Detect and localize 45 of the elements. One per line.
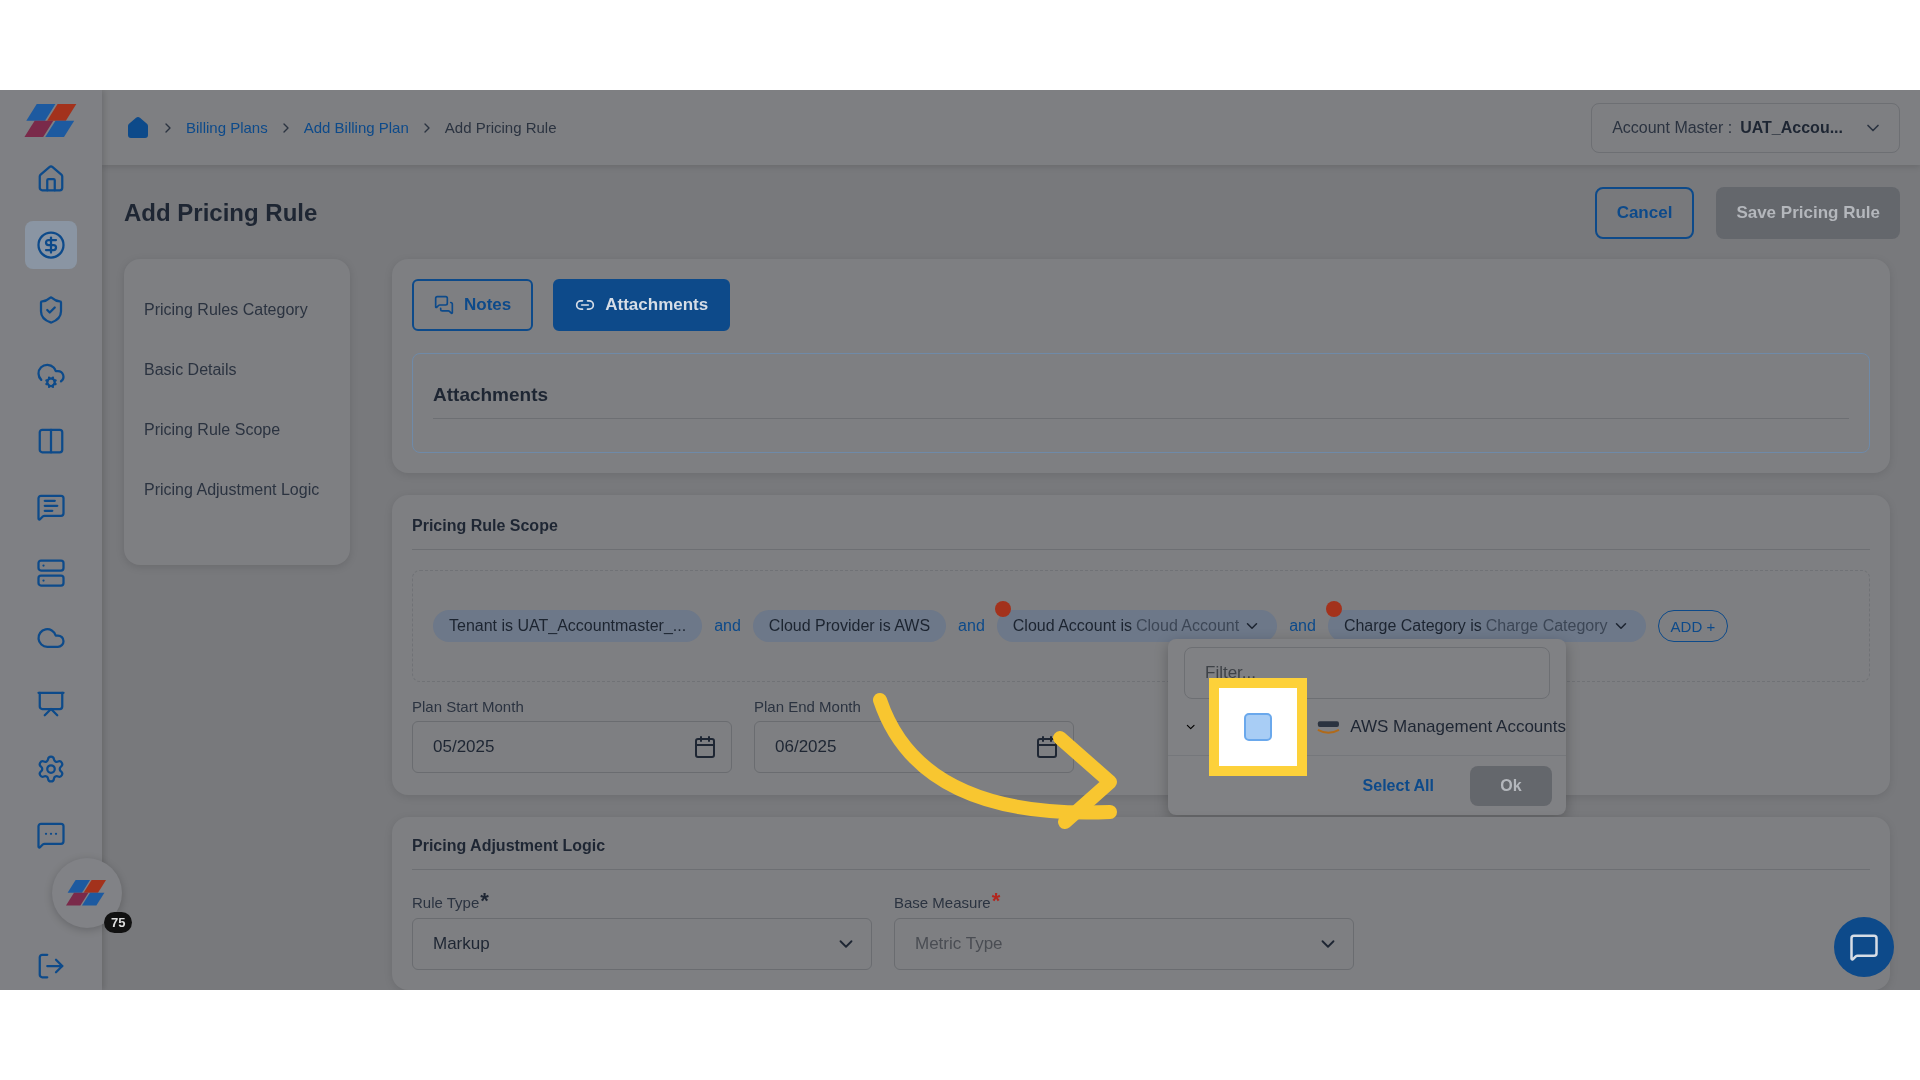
page-title: Add Pricing Rule <box>124 199 319 227</box>
chat-icon <box>36 820 66 851</box>
dollar-icon <box>36 229 66 260</box>
condition-chip[interactable]: Cloud Provider is AWS <box>752 610 947 642</box>
chat-icon <box>1849 932 1879 962</box>
condition-chip[interactable]: Tenant is UAT_Accountmaster_... <box>433 610 703 642</box>
chat-icon <box>36 492 66 523</box>
and-connector: and <box>1289 617 1316 635</box>
calendar-icon[interactable] <box>1035 735 1059 759</box>
calendar-icon[interactable] <box>693 735 717 759</box>
checkbox[interactable] <box>1244 713 1273 741</box>
option-label[interactable]: AWS Management Accounts <box>1350 717 1566 737</box>
tab[interactable]: Notes <box>412 279 534 331</box>
section-title: Pricing Adjustment Logic <box>412 837 1870 870</box>
breadcrumb-link[interactable]: Billing Plans <box>186 119 268 136</box>
chat-bubbles-icon <box>434 295 454 315</box>
breadcrumb-link[interactable]: Add Billing Plan <box>303 119 409 136</box>
panel-title: Attachments <box>433 354 1849 419</box>
section-link[interactable]: Basic Details <box>144 361 350 379</box>
home-icon[interactable] <box>126 115 150 140</box>
and-connector: and <box>958 617 985 635</box>
logo-icon <box>66 880 108 906</box>
settings-icon <box>36 754 66 785</box>
breadcrumb-link[interactable]: Add Pricing Rule <box>444 119 557 136</box>
date-field[interactable]: 05/2025 <box>412 721 732 773</box>
field-label: Base Measure* <box>894 890 1002 912</box>
select-field[interactable]: Markup <box>412 918 872 970</box>
field-label: Rule Type* <box>412 890 490 912</box>
section-link[interactable]: Pricing Rule Scope <box>144 421 350 439</box>
cancel-button[interactable]: Cancel <box>1594 187 1695 239</box>
field-label: Plan End Month <box>754 698 862 715</box>
tab[interactable]: Attachments <box>553 279 731 331</box>
section-link[interactable]: Pricing Adjustment Logic <box>144 481 350 499</box>
date-field[interactable]: 06/2025 <box>754 721 1074 773</box>
and-connector: and <box>714 617 741 635</box>
section-link[interactable]: Pricing Rules Category <box>144 301 350 319</box>
field-label: Plan Start Month <box>412 698 525 715</box>
count-badge: 75 <box>104 912 133 933</box>
logo <box>23 104 79 138</box>
server-icon <box>36 557 66 588</box>
account-selector[interactable]: Account Master : UAT_Accou... <box>1591 102 1900 153</box>
filter-field[interactable]: Filter... <box>1184 647 1550 699</box>
dollar-nav-button[interactable] <box>25 220 77 269</box>
select-all-link[interactable]: Select All <box>1356 775 1440 796</box>
section-title: Pricing Rule Scope <box>412 517 1870 550</box>
